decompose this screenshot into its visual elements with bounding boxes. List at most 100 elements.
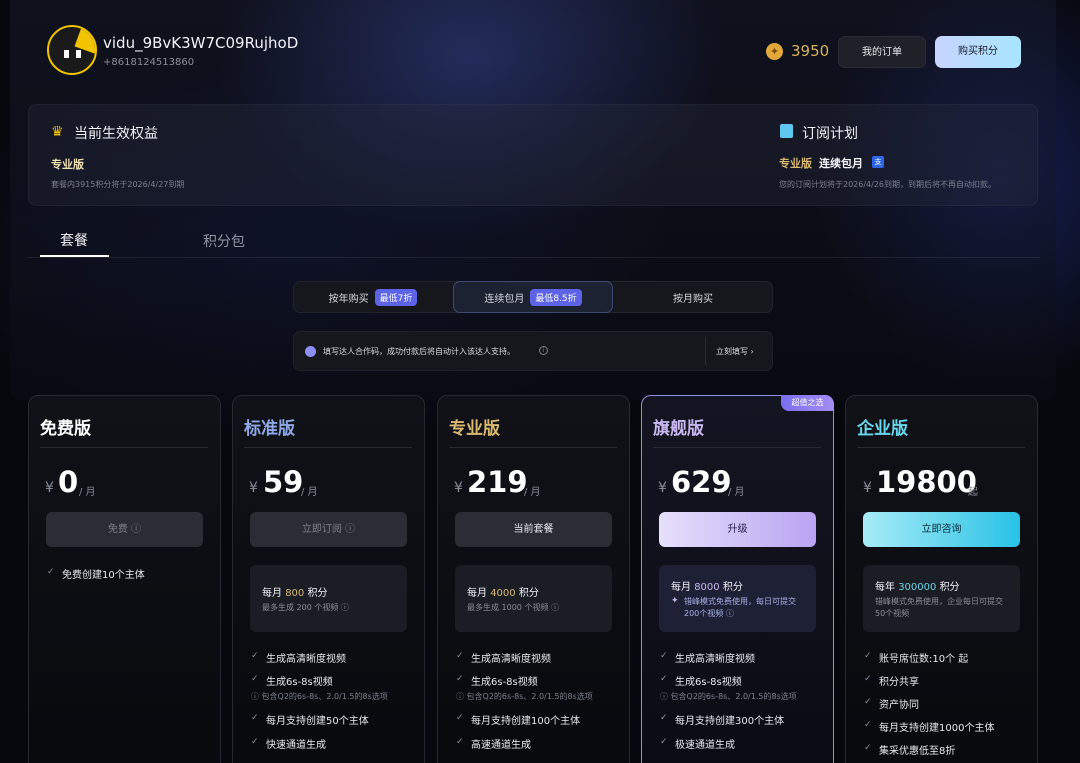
billing-continuous-discount: 最低8.5折 xyxy=(530,288,582,306)
feature-item: 生成高清晰度视频 xyxy=(675,654,755,665)
current-plan-note: 套餐内3915积分将于2026/4/27到期 xyxy=(51,180,185,189)
feature-note: ⓘ 包含Q2的6s-8s、2.0/1.5的8s选项 xyxy=(251,692,388,701)
feature-item: 每月支持创建1000个主体 xyxy=(879,723,995,734)
feature-item: 生成6s-8s视频 xyxy=(471,677,538,688)
subscribe-button-label: 立即订阅 xyxy=(301,524,342,535)
points-box-sub: 最多生成 200 个视频 ⓘ xyxy=(262,603,349,612)
check-icon: ✓ xyxy=(864,674,872,684)
check-icon: ✓ xyxy=(660,674,668,684)
plan-name: 标准版 xyxy=(244,419,295,439)
points-box-sub: 错峰模式免费使用，每日可提交200个视频 ⓘ xyxy=(684,597,796,618)
plan-price: 59 xyxy=(263,465,304,499)
card-divider xyxy=(857,447,1025,448)
check-icon: ✓ xyxy=(864,743,872,753)
feature-note: ⓘ 包含Q2的6s-8s、2.0/1.5的8s选项 xyxy=(456,692,593,701)
check-icon: ✓ xyxy=(660,651,668,661)
upgrade-button[interactable]: 升级 xyxy=(659,512,816,547)
price-unit: 起 xyxy=(968,487,978,498)
current-plan-button[interactable]: 当前套餐 xyxy=(455,512,612,547)
crown-icon: ♛ xyxy=(51,124,64,140)
best-value-badge: 超值之选 xyxy=(781,395,834,411)
plan-name: 旗舰版 xyxy=(653,419,704,439)
username: vidu_9BvK3W7C09RujhoD xyxy=(103,34,299,52)
check-icon: ✓ xyxy=(864,720,872,730)
sparkle-icon: ✦ xyxy=(671,596,679,606)
info-icon[interactable]: i xyxy=(539,346,548,355)
feature-item: 积分共享 xyxy=(879,677,919,688)
avatar[interactable] xyxy=(47,25,97,75)
billing-yearly-label: 按年购买 xyxy=(328,293,369,305)
check-icon: ✓ xyxy=(456,713,464,723)
points-label: 积分 xyxy=(939,582,960,593)
points-box-sub: 最多生成 1000 个视频 ⓘ xyxy=(467,603,559,612)
points-box-sub-text: 最多生成 1000 个视频 xyxy=(467,603,549,612)
feature-note: ⓘ 包含Q2的6s-8s、2.0/1.5的8s选项 xyxy=(660,692,797,701)
points-label: 积分 xyxy=(518,588,539,599)
bookmark-icon xyxy=(780,124,793,138)
buy-points-button[interactable]: 购买积分 xyxy=(935,36,1021,68)
currency-symbol: ¥ xyxy=(863,480,872,496)
points-period: 每月 xyxy=(262,588,282,599)
points-box-sub-text: 最多生成 200 个视频 xyxy=(262,603,339,612)
billing-monthly-label: 按月购买 xyxy=(673,293,713,305)
currency-symbol: ¥ xyxy=(45,480,54,496)
feature-note-text: 包含Q2的6s-8s、2.0/1.5的8s选项 xyxy=(670,692,797,701)
subscribe-button[interactable]: 立即订阅 ⓘ xyxy=(250,512,407,547)
points-box-title: 每月 800 积分 xyxy=(262,584,327,599)
user-phone: +8618124513860 xyxy=(103,57,195,68)
check-icon: ✓ xyxy=(864,697,872,707)
billing-yearly-discount: 最低7折 xyxy=(374,288,418,306)
card-divider xyxy=(244,447,412,448)
card-divider xyxy=(449,447,617,448)
feature-item: 生成6s-8s视频 xyxy=(266,677,333,688)
check-icon: ✓ xyxy=(864,651,872,661)
check-icon: ✓ xyxy=(251,651,259,661)
points-box-title: 每月 8000 积分 xyxy=(671,578,743,593)
points-period: 每月 xyxy=(671,582,691,593)
points-box-sub: 错峰模式免费使用，企业每日可提交50个视频 xyxy=(875,597,1003,618)
subscription-title: 订阅计划 xyxy=(802,126,858,142)
check-icon: ✓ xyxy=(251,713,259,723)
feature-item: 账号席位数:10个 起 xyxy=(879,654,969,665)
notice-divider xyxy=(705,337,706,365)
alipay-icon: 支 xyxy=(872,156,884,168)
active-tab-indicator xyxy=(40,255,109,257)
feature-item: 生成高清晰度视频 xyxy=(471,654,551,665)
plan-price: 0 xyxy=(58,465,79,499)
billing-continuous-monthly[interactable]: 连续包月 最低8.5折 xyxy=(453,283,613,311)
points-box-title: 每月 4000 积分 xyxy=(467,584,539,599)
points-label: 积分 xyxy=(307,588,328,599)
fill-code-label: 立刻填写 xyxy=(716,347,748,356)
currency-symbol: ¥ xyxy=(249,480,258,496)
check-icon: ✓ xyxy=(251,674,259,684)
feature-item: 生成高清晰度视频 xyxy=(266,654,346,665)
price-unit: / 月 xyxy=(524,487,541,498)
feature-item: 每月支持创建50个主体 xyxy=(266,716,369,727)
feature-item: 高速通道生成 xyxy=(471,740,531,751)
check-icon: ✓ xyxy=(660,737,668,747)
consult-button[interactable]: 立即咨询 xyxy=(863,512,1020,547)
my-orders-button[interactable]: 我的订单 xyxy=(838,36,926,68)
points-label: 积分 xyxy=(722,582,743,593)
feature-note-text: 包含Q2的6s-8s、2.0/1.5的8s选项 xyxy=(261,692,388,701)
referral-text: 填写达人合作码，成功付款后将自动计入该达人支持。 xyxy=(323,347,515,356)
free-plan-button-label: 免费 xyxy=(107,524,128,535)
points-amount: 300000 xyxy=(898,582,937,593)
billing-monthly[interactable]: 按月购买 xyxy=(613,283,773,311)
tab-plans[interactable]: 套餐 xyxy=(60,230,88,250)
check-icon: ✓ xyxy=(47,567,55,577)
points-amount: 800 xyxy=(285,588,305,599)
billing-yearly[interactable]: 按年购买 最低7折 xyxy=(293,283,453,311)
tab-point-packs[interactable]: 积分包 xyxy=(203,231,245,251)
feature-item: 快速通道生成 xyxy=(266,740,326,751)
card-divider xyxy=(40,447,208,448)
plan-name: 企业版 xyxy=(857,419,908,439)
plan-price: 219 xyxy=(467,465,528,499)
check-icon: ✓ xyxy=(456,674,464,684)
points-balance: 3950 xyxy=(791,42,830,60)
price-unit: / 月 xyxy=(79,487,96,498)
free-plan-button: 免费 ⓘ xyxy=(46,512,203,547)
points-amount: 4000 xyxy=(490,588,516,599)
fill-code-link[interactable]: 立刻填写 › xyxy=(716,346,754,357)
check-icon: ✓ xyxy=(251,737,259,747)
